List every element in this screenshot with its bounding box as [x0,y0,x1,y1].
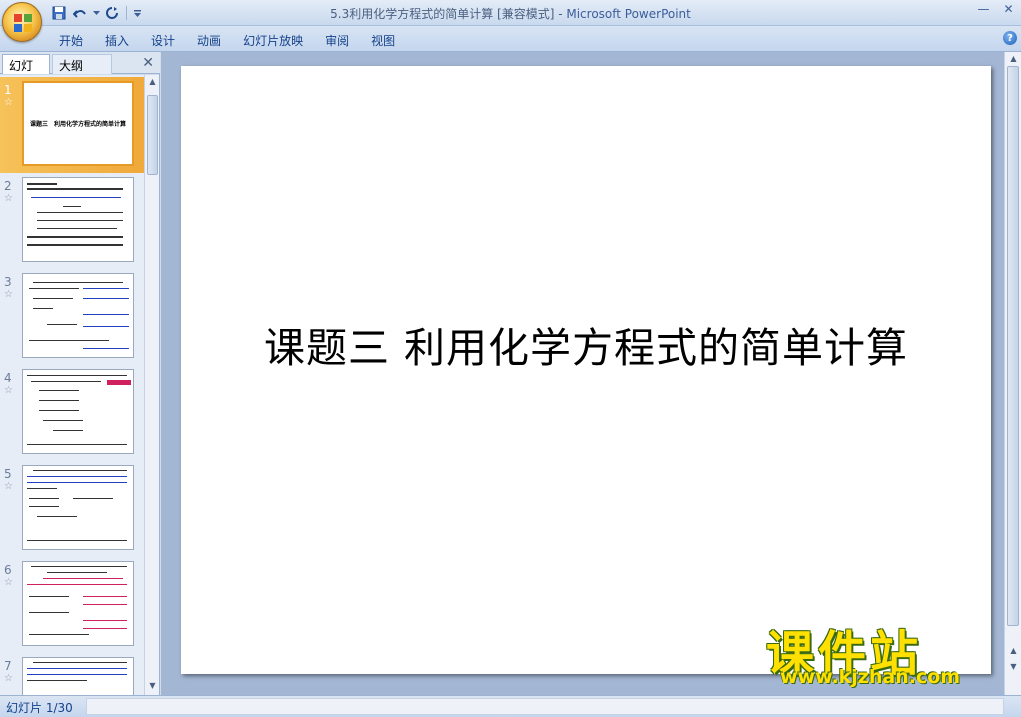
slide-indicator: 幻灯片 1/30 [6,701,73,715]
editor-scrollbar[interactable]: ▲ ▲ ▼ [1004,52,1021,695]
minimize-button[interactable]: — [971,0,996,18]
watermark: 课件站 www.kjzhan.com [766,614,1002,694]
tab-outline[interactable]: 大纲 [52,54,112,74]
title-separator: - [554,7,567,21]
watermark-url: www.kjzhan.com [780,666,961,688]
slide-number: 7 [4,659,12,673]
panel-tabs: 幻灯片 大纲 ✕ [0,52,160,90]
previous-slide-icon[interactable]: ▲ [1008,646,1019,658]
tab-view[interactable]: 视图 [360,30,406,50]
transition-star-icon: ☆ [4,481,13,492]
scroll-thumb[interactable] [1007,66,1019,626]
slide-number: 3 [4,275,12,289]
next-slide-icon[interactable]: ▼ [1008,662,1019,674]
app-name: Microsoft PowerPoint [566,7,691,21]
transition-star-icon: ☆ [4,289,13,300]
title-bar: 5.3利用化学方程式的简单计算 [兼容模式] - Microsoft Power… [0,0,1021,26]
slide-number: 4 [4,371,12,385]
slide-number: 6 [4,563,12,577]
tab-insert[interactable]: 插入 [94,30,140,50]
help-icon[interactable]: ? [1003,31,1017,45]
document-name: 5.3利用化学方程式的简单计算 [兼容模式] [330,7,555,21]
ribbon-tab-bar: 开始 插入 设计 动画 幻灯片放映 审阅 视图 ? [0,26,1021,52]
window-title: 5.3利用化学方程式的简单计算 [兼容模式] - Microsoft Power… [0,5,1021,22]
slide-preview [22,369,134,454]
transition-star-icon: ☆ [4,385,13,396]
slide-preview [22,273,134,358]
slide-title[interactable]: 课题三 利用化学方程式的简单计算 [181,314,991,374]
slide-number: 5 [4,467,12,481]
thumb-caption: 课题三 利用化学方程式的简单计算 [29,121,126,128]
window-controls: — ✕ [971,0,1021,18]
slide-thumbnail[interactable]: 1 ☆ 课题三 利用化学方程式的简单计算 [0,77,144,173]
transition-star-icon: ☆ [4,97,13,108]
slides-panel: 幻灯片 大纲 ✕ 1 ☆ 课题三 利用化学方程式的简单计算 2 ☆ [0,52,160,695]
office-logo-icon [14,14,32,32]
scroll-down-icon[interactable]: ▼ [147,681,158,693]
slide-number: 1 [4,83,12,97]
transition-star-icon: ☆ [4,673,13,684]
slide-thumbnail-list: 1 ☆ 课题三 利用化学方程式的简单计算 2 ☆ 3 ☆ 4 ☆ 5 ☆ 6 ☆… [0,75,144,695]
slide-thumbnail[interactable]: 7 ☆ [0,653,144,695]
slide-preview [22,465,134,550]
slide-number: 2 [4,179,12,193]
slide-thumbnail[interactable]: 4 ☆ [0,365,144,461]
slide-preview [22,561,134,646]
scroll-thumb[interactable] [147,95,158,175]
transition-star-icon: ☆ [4,577,13,588]
tab-review[interactable]: 审阅 [314,30,360,50]
scroll-up-icon[interactable]: ▲ [1008,54,1019,66]
slide-editor-area: 课题三 利用化学方程式的简单计算 [161,52,1004,695]
current-slide[interactable]: 课题三 利用化学方程式的简单计算 [181,66,991,674]
scroll-up-icon[interactable]: ▲ [147,77,158,89]
slide-thumbnail[interactable]: 6 ☆ [0,557,144,653]
tab-design[interactable]: 设计 [140,30,186,50]
slide-thumbnail[interactable]: 3 ☆ [0,269,144,365]
slide-preview [22,177,134,262]
close-button[interactable]: ✕ [996,0,1021,18]
tab-slides[interactable]: 幻灯片 [2,54,50,90]
transition-star-icon: ☆ [4,193,13,204]
office-button[interactable] [2,2,42,42]
thumbnail-scrollbar[interactable]: ▲ ▼ [144,75,159,695]
slide-preview: 课题三 利用化学方程式的简单计算 [22,81,134,166]
status-bar: 幻灯片 1/30 [0,695,1021,717]
slide-thumbnail[interactable]: 2 ☆ [0,173,144,269]
horizontal-scrollbar[interactable] [86,698,1004,715]
tab-home[interactable]: 开始 [48,30,94,50]
tab-slideshow[interactable]: 幻灯片放映 [232,30,314,50]
tab-animations[interactable]: 动画 [186,30,232,50]
slide-preview [22,657,134,695]
close-panel-icon[interactable]: ✕ [142,55,154,71]
slide-thumbnail[interactable]: 5 ☆ [0,461,144,557]
ribbon-tabs: 开始 插入 设计 动画 幻灯片放映 审阅 视图 [48,30,406,50]
